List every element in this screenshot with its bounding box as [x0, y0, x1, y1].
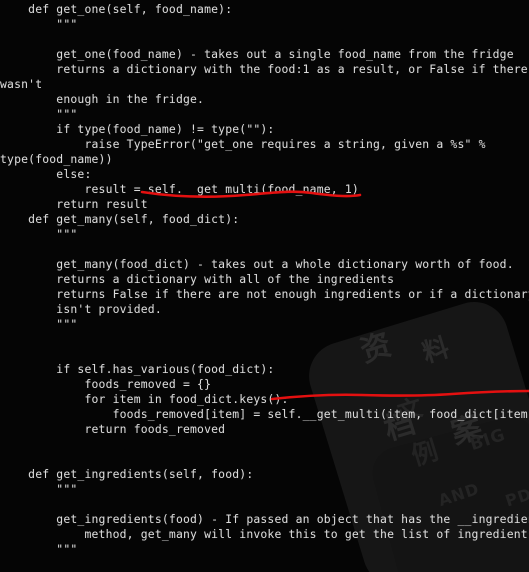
- code-line: def get_many(self, food_dict):: [0, 212, 240, 226]
- code-line: type(food_name)): [0, 152, 113, 166]
- code-line: foods_removed = {}: [0, 377, 212, 391]
- code-line: """: [0, 482, 78, 496]
- code-line: if type(food_name) != type(""):: [0, 122, 275, 136]
- code-line: def get_ingredients(self, food):: [0, 467, 254, 481]
- screenshot-root: 资 料 文 档 案 例 BIG AND PDF def get_one(self…: [0, 0, 529, 572]
- code-line: return result: [0, 197, 148, 211]
- code-line: return foods_removed: [0, 422, 226, 436]
- code-line: """: [0, 107, 78, 121]
- code-line: for item in food_dict.keys():: [0, 392, 289, 406]
- code-line: enough in the fridge.: [0, 92, 205, 106]
- code-line: get_ingredients(food) - If passed an obj…: [0, 512, 529, 526]
- code-line: if self.has_various(food_dict):: [0, 362, 275, 376]
- code-line: returns a dictionary with all of the ing…: [0, 272, 395, 286]
- code-line: """: [0, 317, 78, 331]
- code-line: result = self.__get_multi(food_name, 1): [0, 182, 359, 196]
- code-line: returns a dictionary with the food:1 as …: [0, 62, 528, 76]
- code-line: wasn't: [0, 77, 43, 91]
- code-line: def get_one(self, food_name):: [0, 2, 233, 16]
- code-line: raise TypeError("get_one requires a stri…: [0, 137, 486, 151]
- code-line: get_many(food_dict) - takes out a whole …: [0, 257, 514, 271]
- source-code-block: def get_one(self, food_name): """ get_on…: [0, 0, 529, 572]
- code-line: """: [0, 227, 78, 241]
- code-line: foods_removed[item] = self.__get_multi(i…: [0, 407, 529, 421]
- code-line: isn't provided.: [0, 302, 162, 316]
- code-line: method, get_many will invoke this to get…: [0, 527, 529, 541]
- code-line: else:: [0, 167, 92, 181]
- code-line: """: [0, 17, 78, 31]
- code-line: """: [0, 542, 78, 556]
- code-line: get_one(food_name) - takes out a single …: [0, 47, 514, 61]
- code-line: returns False if there are not enough in…: [0, 287, 529, 301]
